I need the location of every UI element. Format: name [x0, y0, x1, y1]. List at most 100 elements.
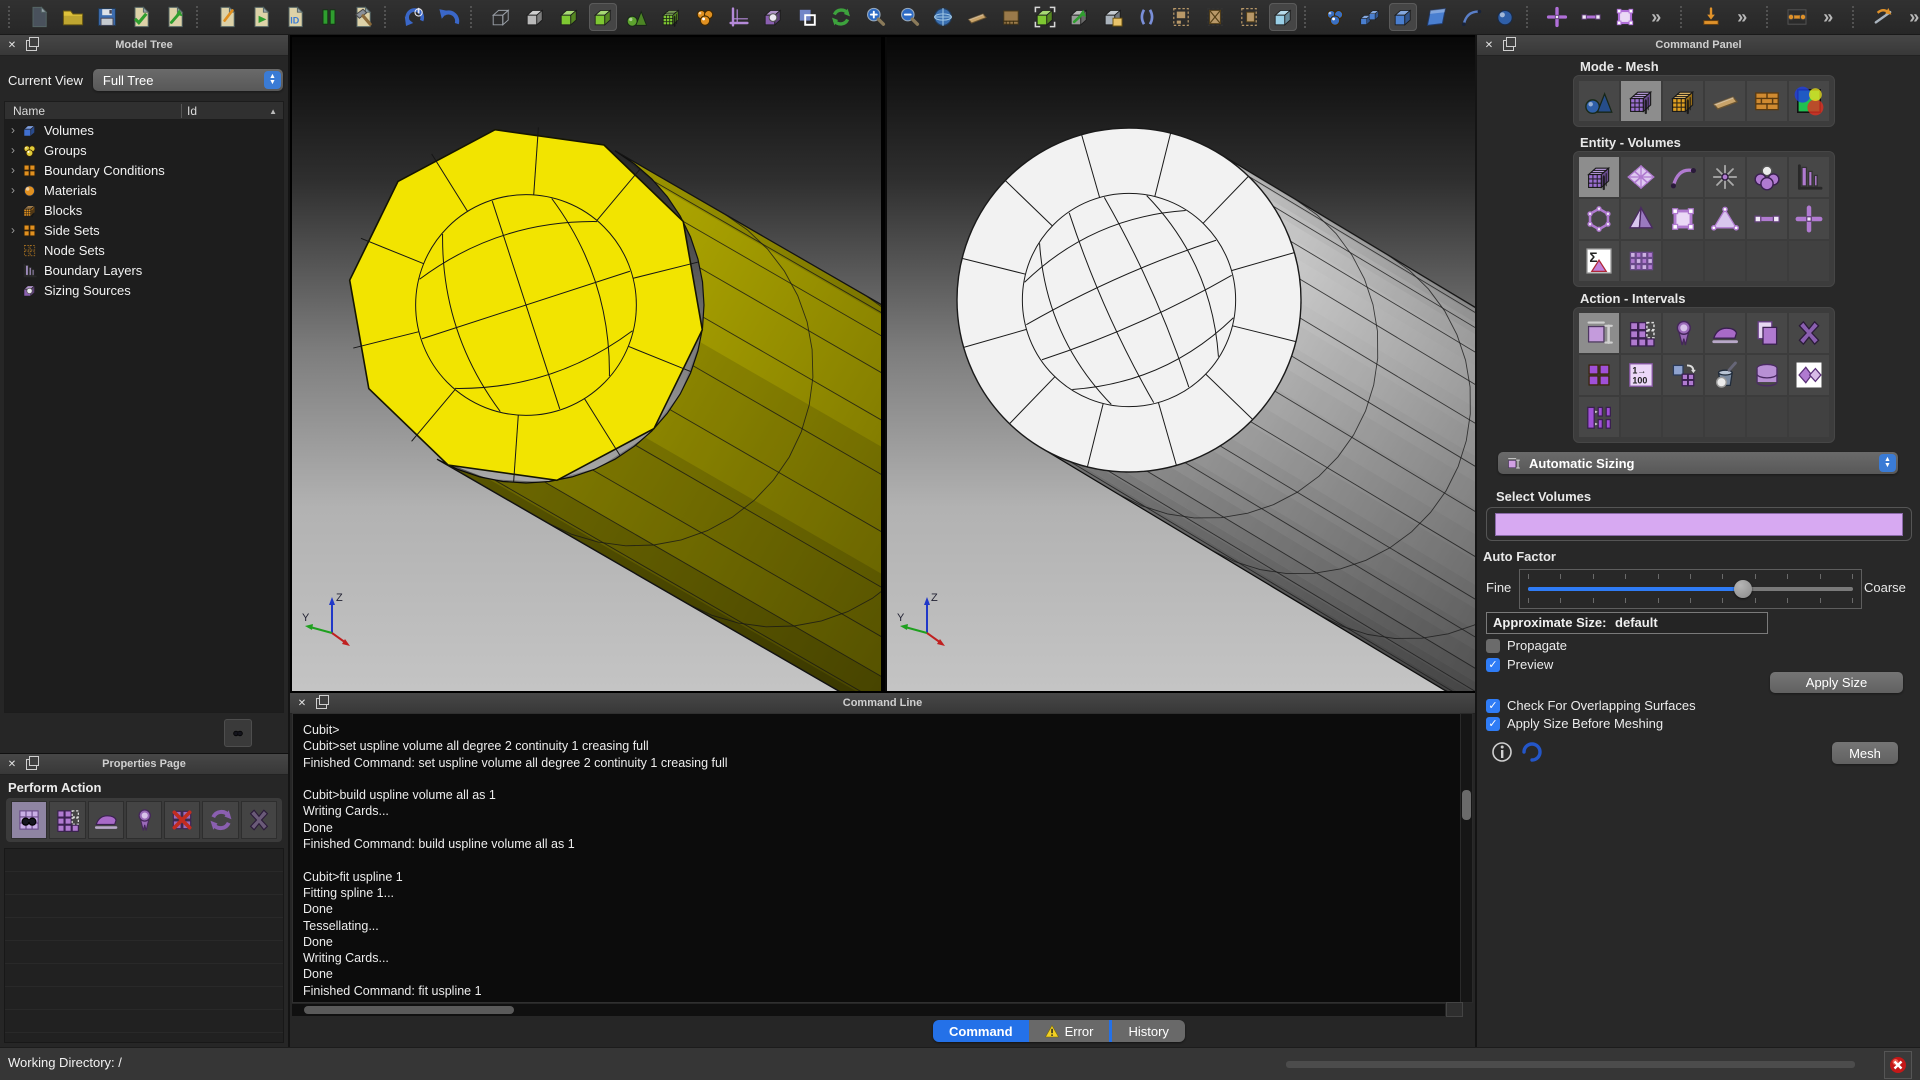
select-element-overflow-button[interactable]: » — [1645, 3, 1673, 31]
float-panel-icon[interactable] — [24, 38, 38, 52]
entity-curve-button[interactable] — [1663, 157, 1703, 197]
graph-axes-button[interactable] — [725, 3, 753, 31]
info-icon[interactable] — [1491, 741, 1513, 763]
scheme-dropdown[interactable]: Automatic Sizing ▲▼ — [1498, 452, 1898, 474]
transparency-button[interactable] — [1269, 3, 1297, 31]
open-file-button[interactable] — [59, 3, 87, 31]
console-corner-button[interactable] — [1446, 1002, 1463, 1017]
close-icon[interactable]: ✕ — [5, 757, 19, 771]
console-hscrollbar[interactable] — [292, 1004, 1445, 1016]
entity-volume-button[interactable] — [1579, 157, 1619, 197]
tree-item-boundary-layers[interactable]: Boundary Layers — [5, 260, 283, 280]
tree-item-sizing-sources[interactable]: Sizing Sources — [5, 280, 283, 300]
action-columns-button[interactable] — [1579, 397, 1619, 437]
tree-filter-button[interactable] — [224, 719, 252, 747]
select-edge-button[interactable] — [1577, 3, 1605, 31]
constraint-overflow-button[interactable]: » — [1817, 3, 1845, 31]
tree-item-blocks[interactable]: Blocks — [5, 200, 283, 220]
properties-list[interactable] — [4, 848, 284, 1043]
rotate-view-button[interactable] — [929, 3, 957, 31]
view-geometry-button[interactable] — [623, 3, 651, 31]
tree-item-groups[interactable]: ›Groups — [5, 140, 283, 160]
undo-button[interactable] — [435, 3, 463, 31]
close-icon[interactable]: ✕ — [1482, 38, 1496, 52]
select-body-button[interactable] — [1355, 3, 1383, 31]
console-vscrollbar[interactable] — [1460, 713, 1473, 1003]
action-cleanup-button[interactable] — [1705, 355, 1745, 395]
auto-factor-slider[interactable] — [1519, 569, 1862, 609]
overlap-checkbox[interactable]: ✓ Check For Overlapping Surfaces — [1486, 698, 1696, 713]
action-quads-button[interactable] — [1579, 355, 1619, 395]
prop-examine-mesh-button[interactable] — [11, 801, 47, 839]
action-intervals-button[interactable] — [1579, 313, 1619, 353]
tab-command[interactable]: Command — [933, 1020, 1029, 1042]
view-hidden-line-button[interactable] — [521, 3, 549, 31]
entity-edge-button[interactable] — [1747, 199, 1787, 239]
journal-id-button[interactable]: ID — [281, 3, 309, 31]
select-curve-button[interactable] — [1457, 3, 1485, 31]
entity-surface-button[interactable] — [1621, 157, 1661, 197]
tools-overflow-button[interactable]: » — [1903, 3, 1920, 31]
slider-thumb[interactable] — [1734, 580, 1752, 598]
close-icon[interactable]: ✕ — [295, 696, 309, 710]
entity-tri-button[interactable] — [1705, 199, 1745, 239]
tree-item-side-sets[interactable]: ›Side Sets — [5, 220, 283, 240]
export-button[interactable] — [161, 3, 189, 31]
select-vertex-button[interactable] — [1491, 3, 1519, 31]
prop-mesh-button[interactable] — [49, 801, 85, 839]
action-mesh-button[interactable] — [1621, 313, 1661, 353]
mode-post-button[interactable] — [1789, 81, 1829, 121]
select-volumes-input[interactable] — [1495, 513, 1903, 536]
select-volume-button[interactable] — [1389, 3, 1417, 31]
entity-node-button[interactable] — [1789, 199, 1829, 239]
tree-item-volumes[interactable]: ›Volumes — [5, 120, 283, 140]
sort-arrow-icon[interactable]: ▲ — [269, 107, 277, 116]
float-panel-icon[interactable] — [24, 757, 38, 771]
action-delete-button[interactable] — [1789, 313, 1829, 353]
annotate-view-button[interactable] — [1099, 3, 1127, 31]
import-button[interactable] — [127, 3, 155, 31]
reset-button[interactable] — [401, 3, 429, 31]
prop-quality-button[interactable] — [126, 801, 162, 839]
select-face-button[interactable] — [1611, 3, 1639, 31]
tree-item-node-sets[interactable]: Node Sets — [5, 240, 283, 260]
save-button[interactable] — [93, 3, 121, 31]
action-quality-button[interactable] — [1663, 313, 1703, 353]
select-group-button[interactable] — [1321, 3, 1349, 31]
entity-quad-button[interactable] — [1663, 199, 1703, 239]
prop-delete-mesh-button[interactable] — [164, 801, 200, 839]
view-wireframe-button[interactable] — [487, 3, 515, 31]
scale-ruler-button[interactable] — [997, 3, 1025, 31]
bc-pressure-button[interactable] — [1697, 3, 1725, 31]
current-view-dropdown[interactable]: Full Tree ▲▼ — [93, 69, 283, 91]
sizing-function-button[interactable] — [759, 3, 787, 31]
perspective-button[interactable] — [963, 3, 991, 31]
entity-tet-button[interactable] — [1621, 199, 1661, 239]
apply-size-button[interactable]: Apply Size — [1770, 672, 1903, 693]
select-surface-button[interactable] — [1423, 3, 1451, 31]
mesh-button[interactable]: Mesh — [1832, 742, 1898, 764]
action-swap-button[interactable] — [1663, 355, 1703, 395]
preview-checkbox[interactable]: ✓ Preview — [1486, 657, 1553, 672]
select-node-button[interactable] — [1543, 3, 1571, 31]
action-uspline-fit-button[interactable] — [1789, 355, 1829, 395]
entity-hex-button[interactable] — [1579, 199, 1619, 239]
edit-journal-button[interactable] — [213, 3, 241, 31]
apply-before-checkbox[interactable]: ✓ Apply Size Before Meshing — [1486, 716, 1663, 731]
float-panel-icon[interactable] — [1501, 38, 1515, 52]
tree-item-boundary-conditions[interactable]: ›Boundary Conditions — [5, 160, 283, 180]
viewport-left[interactable]: ZY — [292, 37, 881, 691]
bc-overflow-button[interactable]: » — [1731, 3, 1759, 31]
pause-button[interactable] — [315, 3, 343, 31]
mode-fem-button[interactable] — [1663, 81, 1703, 121]
action-database-button[interactable] — [1747, 355, 1787, 395]
expander-icon[interactable]: › — [5, 183, 21, 197]
tab-error[interactable]: Error — [1029, 1020, 1110, 1042]
entity-matrix-button[interactable] — [1621, 241, 1661, 281]
expander-icon[interactable]: › — [5, 163, 21, 177]
clipping-plane-button[interactable] — [1133, 3, 1161, 31]
tree-header[interactable]: Name Id ▲ — [4, 101, 284, 121]
entity-uspline-button[interactable]: Σ — [1579, 241, 1619, 281]
zoom-fit-button[interactable] — [1031, 3, 1059, 31]
journal-snippet-a-button[interactable] — [1167, 3, 1195, 31]
